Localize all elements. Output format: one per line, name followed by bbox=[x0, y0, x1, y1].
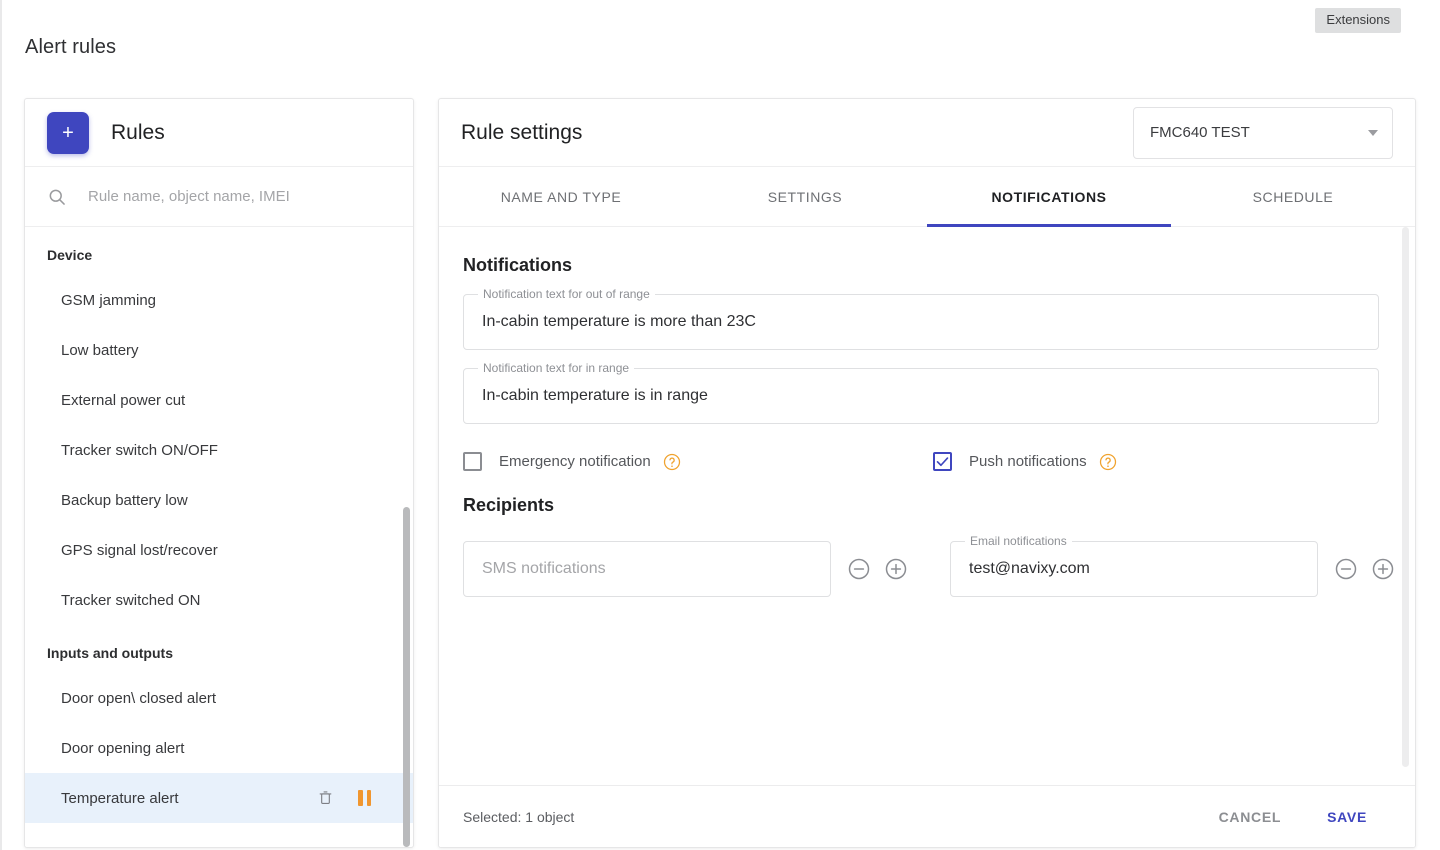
rule-list-item[interactable]: Door opening alert bbox=[25, 723, 413, 773]
email-recipient-cell: Email notifications bbox=[950, 534, 1395, 597]
rule-item-label: External power cut bbox=[61, 391, 186, 409]
rule-list-item[interactable]: Temperature alert bbox=[25, 773, 413, 823]
rule-list-item[interactable]: GSM jamming bbox=[25, 275, 413, 325]
tab-notifications[interactable]: NOTIFICATIONS bbox=[927, 167, 1171, 227]
pause-icon bbox=[358, 790, 371, 806]
in-range-label: Notification text for in range bbox=[478, 361, 635, 375]
rule-settings-header: Rule settings FMC640 TEST bbox=[439, 99, 1415, 167]
save-button[interactable]: SAVE bbox=[1327, 809, 1367, 825]
search-input[interactable] bbox=[88, 188, 391, 205]
rule-item-label: Temperature alert bbox=[61, 789, 179, 807]
email-notifications-label: Email notifications bbox=[965, 534, 1072, 548]
delete-rule-button[interactable] bbox=[317, 789, 334, 808]
emergency-notification-checkbox[interactable] bbox=[463, 452, 482, 471]
help-circle-icon[interactable] bbox=[663, 453, 681, 471]
email-field: Email notifications bbox=[950, 534, 1318, 597]
emergency-notification-label: Emergency notification bbox=[499, 453, 651, 470]
rule-settings-tabs[interactable]: NAME AND TYPE SETTINGS NOTIFICATIONS SCHEDU… bbox=[439, 167, 1415, 227]
rule-item-label: Tracker switch ON/OFF bbox=[61, 441, 218, 459]
page-left-edge bbox=[0, 0, 2, 850]
rules-list[interactable]: Device GSM jamming Low battery External pow… bbox=[25, 227, 413, 847]
push-notifications-checkbox[interactable] bbox=[933, 452, 952, 471]
sms-stepper bbox=[847, 557, 908, 581]
search-icon bbox=[47, 187, 67, 207]
tab-name-and-type[interactable]: NAME AND TYPE bbox=[439, 167, 683, 226]
rule-list-item[interactable]: Tracker switch ON/OFF bbox=[25, 425, 413, 475]
add-rule-button[interactable]: + bbox=[47, 111, 89, 154]
rules-group-label: Device bbox=[47, 247, 93, 263]
rule-settings-panel: Rule settings FMC640 TEST NAME AND TYPE S… bbox=[438, 98, 1416, 848]
push-notifications-label: Push notifications bbox=[969, 453, 1087, 470]
push-notifications-group: Push notifications bbox=[933, 452, 1117, 471]
minus-circle-icon[interactable] bbox=[847, 557, 871, 581]
rule-item-label: Tracker switched ON bbox=[61, 591, 201, 609]
rules-search-row bbox=[25, 167, 413, 227]
rules-panel: + Rules Device GSM jamming Low battery Exte… bbox=[24, 98, 414, 848]
email-stepper bbox=[1334, 557, 1395, 581]
rule-item-label: Backup battery low bbox=[61, 491, 188, 509]
rule-settings-body: Notifications Notification text for out … bbox=[439, 227, 1415, 787]
out-of-range-input[interactable] bbox=[463, 294, 1379, 350]
out-of-range-label: Notification text for out of range bbox=[478, 287, 655, 301]
notifications-heading: Notifications bbox=[463, 255, 573, 275]
chevron-down-icon bbox=[1368, 129, 1378, 136]
tab-settings[interactable]: SETTINGS bbox=[683, 167, 927, 226]
rule-item-label: Low battery bbox=[61, 341, 139, 359]
out-of-range-field: Notification text for out of range bbox=[463, 287, 1379, 350]
recipients-heading: Recipients bbox=[463, 495, 555, 515]
plus-circle-icon[interactable] bbox=[884, 557, 908, 581]
rule-item-actions bbox=[317, 789, 399, 808]
cancel-button[interactable]: CANCEL bbox=[1219, 809, 1282, 825]
rule-list-item[interactable]: Tracker switched ON bbox=[25, 575, 413, 625]
object-select-value: FMC640 TEST bbox=[1150, 124, 1250, 141]
rule-list-item[interactable]: Door open\ closed alert bbox=[25, 673, 413, 723]
recipients-row: Email notifications bbox=[463, 534, 1394, 597]
tab-schedule[interactable]: SCHEDULE bbox=[1171, 167, 1415, 226]
rule-settings-title: Rule settings bbox=[461, 120, 583, 144]
notification-options-row: Emergency notification Push notification… bbox=[463, 452, 1379, 471]
rule-list-item[interactable]: External power cut bbox=[25, 375, 413, 425]
selected-count-text: Selected: 1 object bbox=[463, 808, 575, 825]
rule-item-label: GPS signal lost/recover bbox=[61, 541, 218, 559]
sms-recipient-cell bbox=[463, 541, 908, 597]
pause-rule-button[interactable] bbox=[358, 790, 371, 806]
settings-body-scrollbar[interactable] bbox=[1402, 227, 1409, 767]
object-select[interactable]: FMC640 TEST bbox=[1133, 106, 1393, 159]
sms-input[interactable] bbox=[463, 541, 831, 597]
minus-circle-icon[interactable] bbox=[1334, 557, 1358, 581]
rules-group-label: Inputs and outputs bbox=[47, 645, 173, 661]
extensions-chip[interactable]: Extensions bbox=[1315, 8, 1401, 34]
plus-circle-icon[interactable] bbox=[1371, 557, 1395, 581]
in-range-input[interactable] bbox=[463, 368, 1379, 424]
rule-list-item[interactable]: GPS signal lost/recover bbox=[25, 525, 413, 575]
rule-settings-footer: Selected: 1 object CANCEL SAVE bbox=[439, 785, 1415, 847]
rule-list-item[interactable]: Backup battery low bbox=[25, 475, 413, 525]
rule-item-label: Door opening alert bbox=[61, 739, 185, 757]
rules-panel-header: + Rules bbox=[25, 99, 413, 167]
rule-item-label: Door open\ closed alert bbox=[61, 689, 217, 707]
in-range-field: Notification text for in range bbox=[463, 361, 1379, 424]
rules-list-scrollbar[interactable] bbox=[403, 507, 410, 847]
trash-icon bbox=[317, 789, 334, 808]
sms-field bbox=[463, 541, 831, 597]
email-input[interactable] bbox=[950, 541, 1318, 597]
emergency-notification-group: Emergency notification bbox=[463, 452, 933, 471]
help-circle-icon[interactable] bbox=[1099, 453, 1117, 471]
rules-panel-title: Rules bbox=[111, 120, 165, 144]
page-title: Alert rules bbox=[25, 36, 117, 58]
rule-item-label: GSM jamming bbox=[61, 291, 157, 309]
rule-list-item[interactable]: Low battery bbox=[25, 325, 413, 375]
